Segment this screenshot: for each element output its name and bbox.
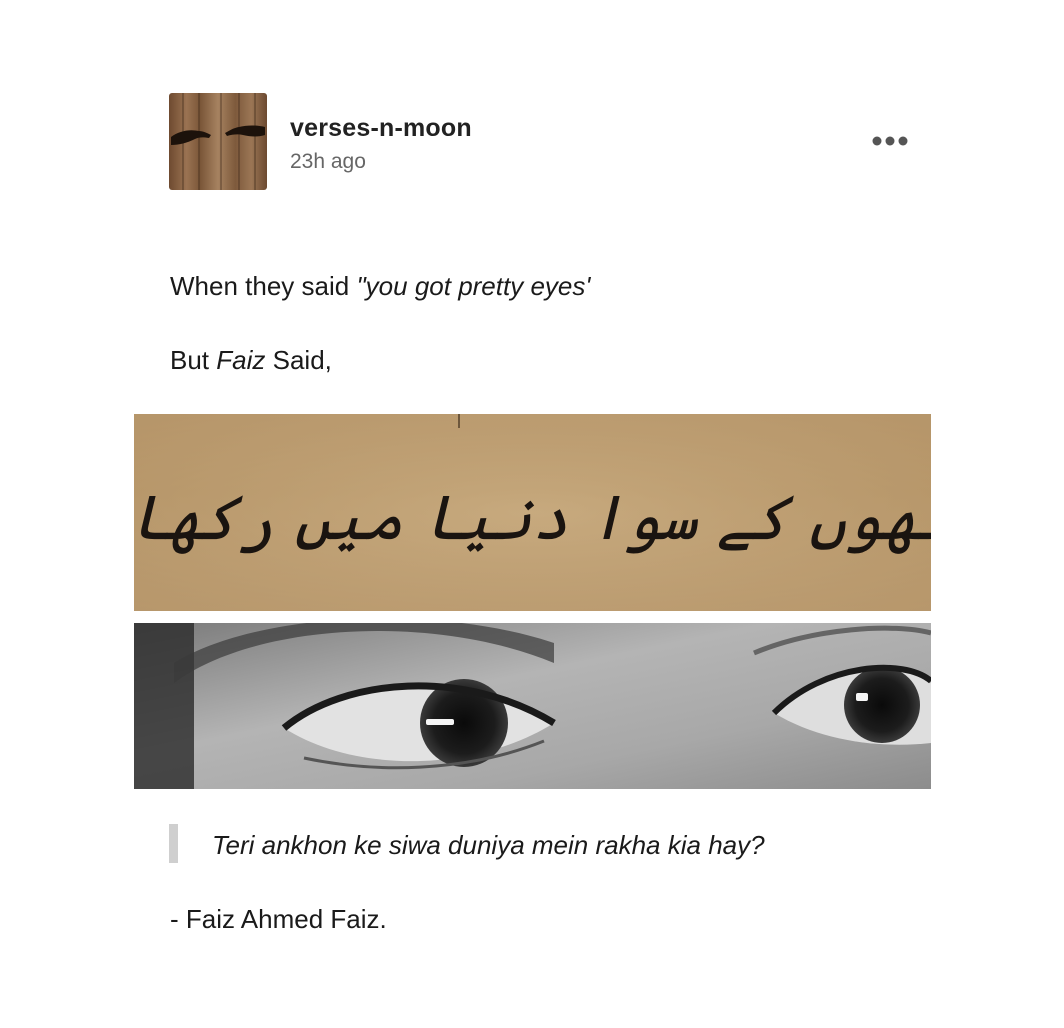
- line2-prefix: But: [170, 345, 210, 375]
- post-text-line2: But Faiz Said,: [170, 345, 332, 376]
- line1-prefix: When they said: [170, 271, 350, 301]
- ellipsis-icon: [872, 136, 908, 146]
- line1-quote: "you got pretty eyes': [356, 271, 591, 301]
- blockquote-text: Teri ankhon ke siwa duniya mein rakha ki…: [212, 830, 765, 860]
- eyes-photo-art: [134, 623, 931, 789]
- avatar[interactable]: [169, 93, 267, 190]
- urdu-calligraphy: تیری آنکھوں کے سوا دنیا میں رکھا کیا ہے؟: [134, 414, 931, 611]
- post-text-line1: When they said "you got pretty eyes': [170, 271, 590, 302]
- urdu-verse-text: تیری آنکھوں کے سوا دنیا میں رکھا کیا ہے؟: [134, 481, 931, 554]
- hands-icon: [171, 93, 265, 190]
- attribution-text: - Faiz Ahmed Faiz.: [170, 904, 387, 934]
- line2-name: Faiz: [216, 345, 266, 375]
- line2-suffix: Said,: [272, 345, 332, 375]
- urdu-verse-image[interactable]: تیری آنکھوں کے سوا دنیا میں رکھا کیا ہے؟: [134, 414, 931, 611]
- author-name[interactable]: verses-n-moon: [290, 114, 472, 143]
- blockquote-bar: [169, 824, 178, 863]
- eyes-photo[interactable]: [134, 623, 931, 789]
- post-timestamp: 23h ago: [290, 150, 366, 173]
- more-options-button[interactable]: [868, 128, 912, 154]
